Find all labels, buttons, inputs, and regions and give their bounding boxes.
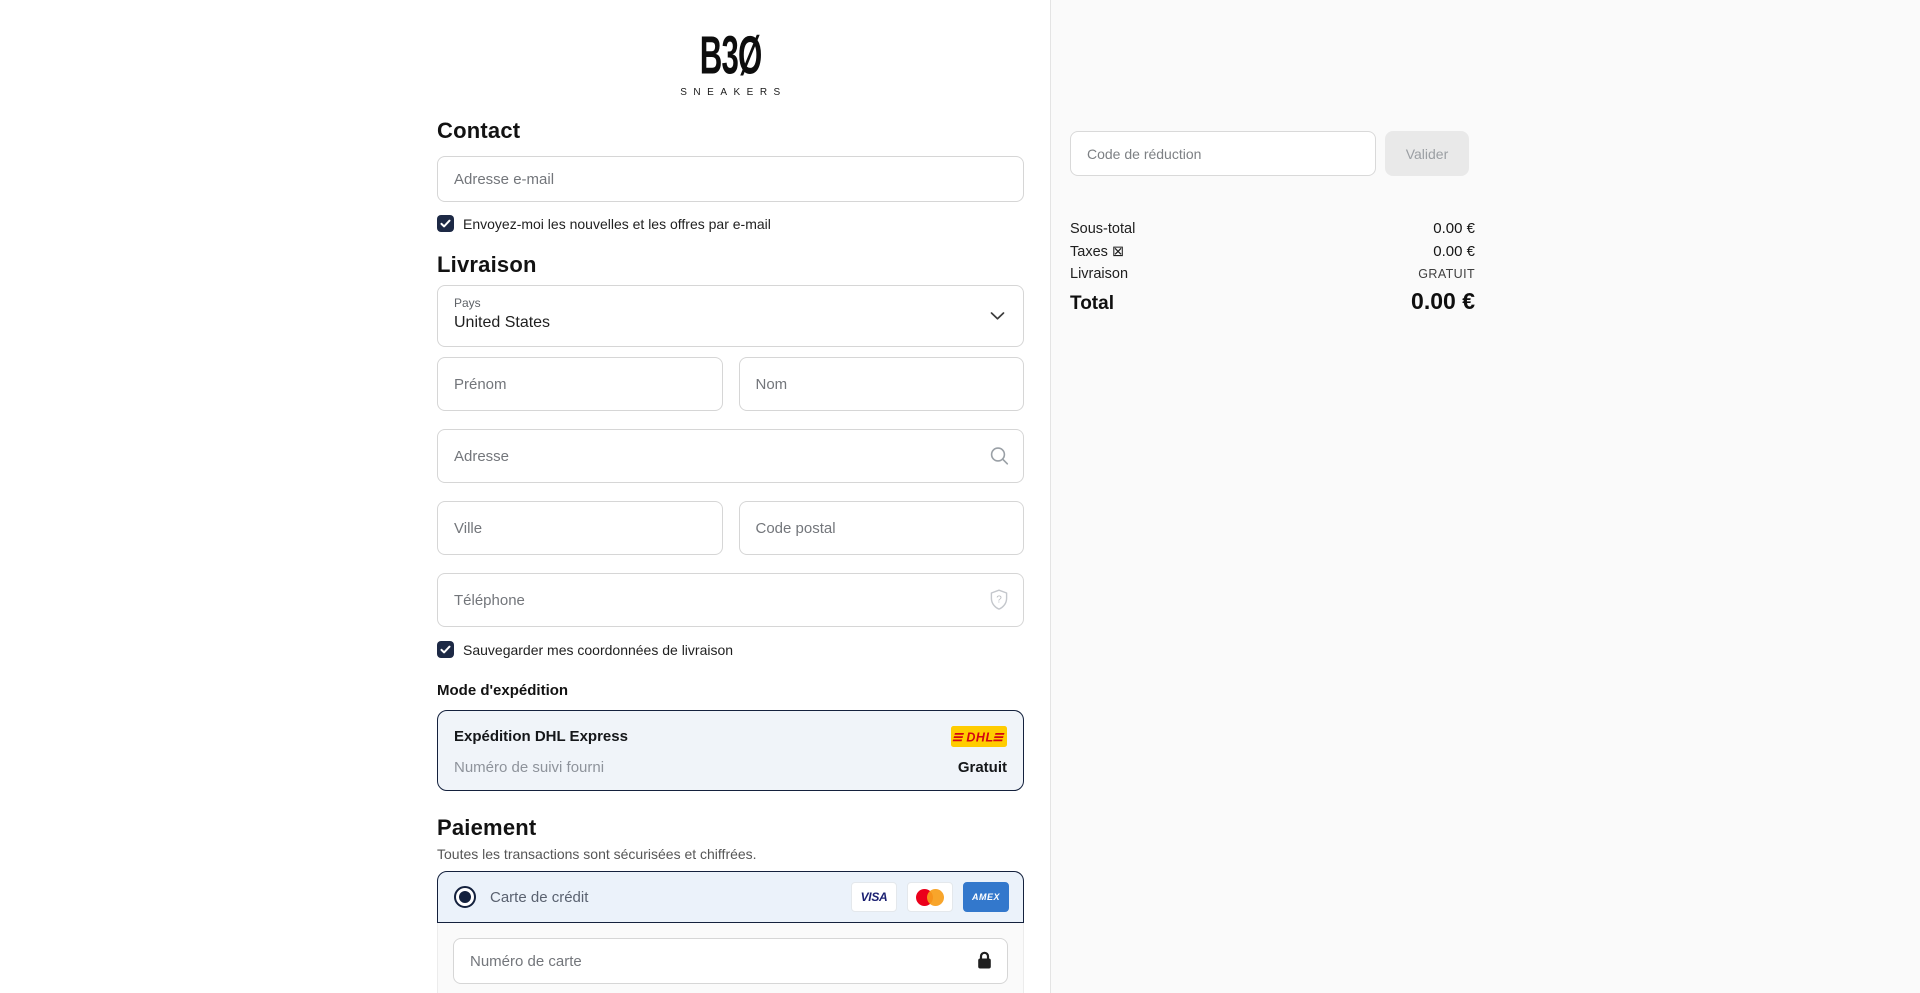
shipping-method-heading: Mode d'expédition — [437, 682, 1024, 699]
apply-discount-button[interactable]: Valider — [1385, 131, 1469, 176]
contact-heading: Contact — [437, 118, 1024, 144]
checkout-page: B3Ø SNEAKERS Contact Envoyez-moi les nou… — [0, 0, 1920, 993]
totals-block: Sous-total 0.00 € Taxes ⊠ 0.00 € Livrais… — [1070, 220, 1475, 315]
city-input[interactable] — [437, 501, 723, 555]
address-field — [437, 429, 1024, 483]
taxes-value: 0.00 € — [1433, 243, 1475, 260]
shipping-option-price: Gratuit — [958, 759, 1007, 776]
email-input[interactable] — [437, 156, 1024, 202]
shipping-cost-value: GRATUIT — [1418, 267, 1475, 281]
last-name-input[interactable] — [739, 357, 1025, 411]
brand-subtitle: SNEAKERS — [437, 87, 1024, 98]
payment-method-credit-card[interactable]: Carte de crédit VISA AMEX — [437, 871, 1024, 923]
newsletter-option[interactable]: Envoyez-moi les nouvelles et les offres … — [437, 215, 1024, 232]
country-select[interactable]: Pays United States — [437, 285, 1024, 347]
shipping-option-note: Numéro de suivi fourni — [454, 759, 604, 776]
shipping-option-name: Expédition DHL Express — [454, 728, 628, 745]
shipping-option-top-row: Expédition DHL Express DHL — [454, 726, 1007, 747]
credit-card-label: Carte de crédit — [490, 889, 588, 906]
save-info-label: Sauvegarder mes coordonnées de livraison — [463, 642, 733, 658]
first-name-input[interactable] — [437, 357, 723, 411]
phone-input[interactable] — [437, 573, 1024, 627]
newsletter-label: Envoyez-moi les nouvelles et les offres … — [463, 216, 771, 232]
mastercard-circles — [916, 889, 944, 906]
total-value: 0.00 € — [1411, 288, 1475, 315]
city-postal-row — [437, 501, 1024, 555]
save-info-checkbox[interactable] — [437, 641, 454, 658]
mastercard-badge-icon — [907, 882, 953, 912]
shipping-cost-row: Livraison GRATUIT — [1070, 266, 1475, 282]
credit-card-radio[interactable] — [454, 886, 476, 908]
amex-badge-text: AMEX — [972, 892, 1000, 902]
check-icon — [440, 645, 451, 654]
total-label: Total — [1070, 293, 1114, 315]
taxes-label: Taxes ⊠ — [1070, 244, 1124, 260]
visa-badge-text: VISA — [861, 890, 888, 904]
card-number-input[interactable] — [453, 938, 1008, 984]
checkout-form-column: B3Ø SNEAKERS Contact Envoyez-moi les nou… — [437, 0, 1024, 993]
subtotal-row: Sous-total 0.00 € — [1070, 220, 1475, 237]
shipping-cost-label: Livraison — [1070, 266, 1128, 282]
amex-badge-icon: AMEX — [963, 882, 1009, 912]
visa-badge-icon: VISA — [851, 882, 897, 912]
shipping-section: Livraison Pays United States — [437, 252, 1024, 791]
payment-subtitle: Toutes les transactions sont sécurisées … — [437, 846, 1024, 862]
lock-icon — [975, 951, 994, 972]
country-select-value: United States — [454, 314, 1007, 332]
store-logo[interactable]: B3Ø SNEAKERS — [437, 43, 1024, 98]
order-summary-pane: Valider Sous-total 0.00 € Taxes ⊠ 0.00 €… — [1050, 0, 1920, 993]
subtotal-label: Sous-total — [1070, 221, 1135, 237]
shipping-option-bottom-row: Numéro de suivi fourni Gratuit — [454, 759, 1007, 776]
dhl-logo-text: DHL — [966, 731, 993, 745]
credit-card-form — [437, 923, 1024, 993]
country-select-label: Pays — [454, 296, 1007, 310]
check-icon — [440, 219, 451, 228]
card-number-field — [453, 938, 1008, 984]
chevron-down-icon — [990, 312, 1005, 321]
postal-code-input[interactable] — [739, 501, 1025, 555]
payment-heading: Paiement — [437, 815, 1024, 841]
card-brand-badges: VISA AMEX — [851, 882, 1009, 912]
search-icon — [989, 446, 1010, 467]
subtotal-value: 0.00 € — [1433, 220, 1475, 237]
contact-section: Contact Envoyez-moi les nouvelles et les… — [437, 118, 1024, 232]
discount-row: Valider — [1070, 131, 1920, 176]
dhl-logo: DHL — [951, 726, 1007, 747]
shipping-option-dhl[interactable]: Expédition DHL Express DHL — [437, 710, 1024, 791]
mastercard-orange-circle — [927, 889, 944, 906]
phone-field: ? — [437, 573, 1024, 627]
save-info-option[interactable]: Sauvegarder mes coordonnées de livraison — [437, 641, 1024, 658]
name-fields-row — [437, 357, 1024, 411]
svg-text:?: ? — [996, 595, 1002, 606]
help-shield-icon[interactable]: ? — [988, 588, 1010, 612]
discount-code-input[interactable] — [1070, 131, 1376, 176]
total-row: Total 0.00 € — [1070, 288, 1475, 315]
taxes-row: Taxes ⊠ 0.00 € — [1070, 243, 1475, 260]
shipping-heading: Livraison — [437, 252, 1024, 278]
brand-wordmark: B3Ø — [700, 29, 762, 83]
newsletter-checkbox[interactable] — [437, 215, 454, 232]
payment-section: Paiement Toutes les transactions sont sé… — [437, 815, 1024, 993]
radio-dot — [459, 891, 471, 903]
checkout-main: B3Ø SNEAKERS Contact Envoyez-moi les nou… — [0, 0, 1050, 993]
address-input[interactable] — [437, 429, 1024, 483]
